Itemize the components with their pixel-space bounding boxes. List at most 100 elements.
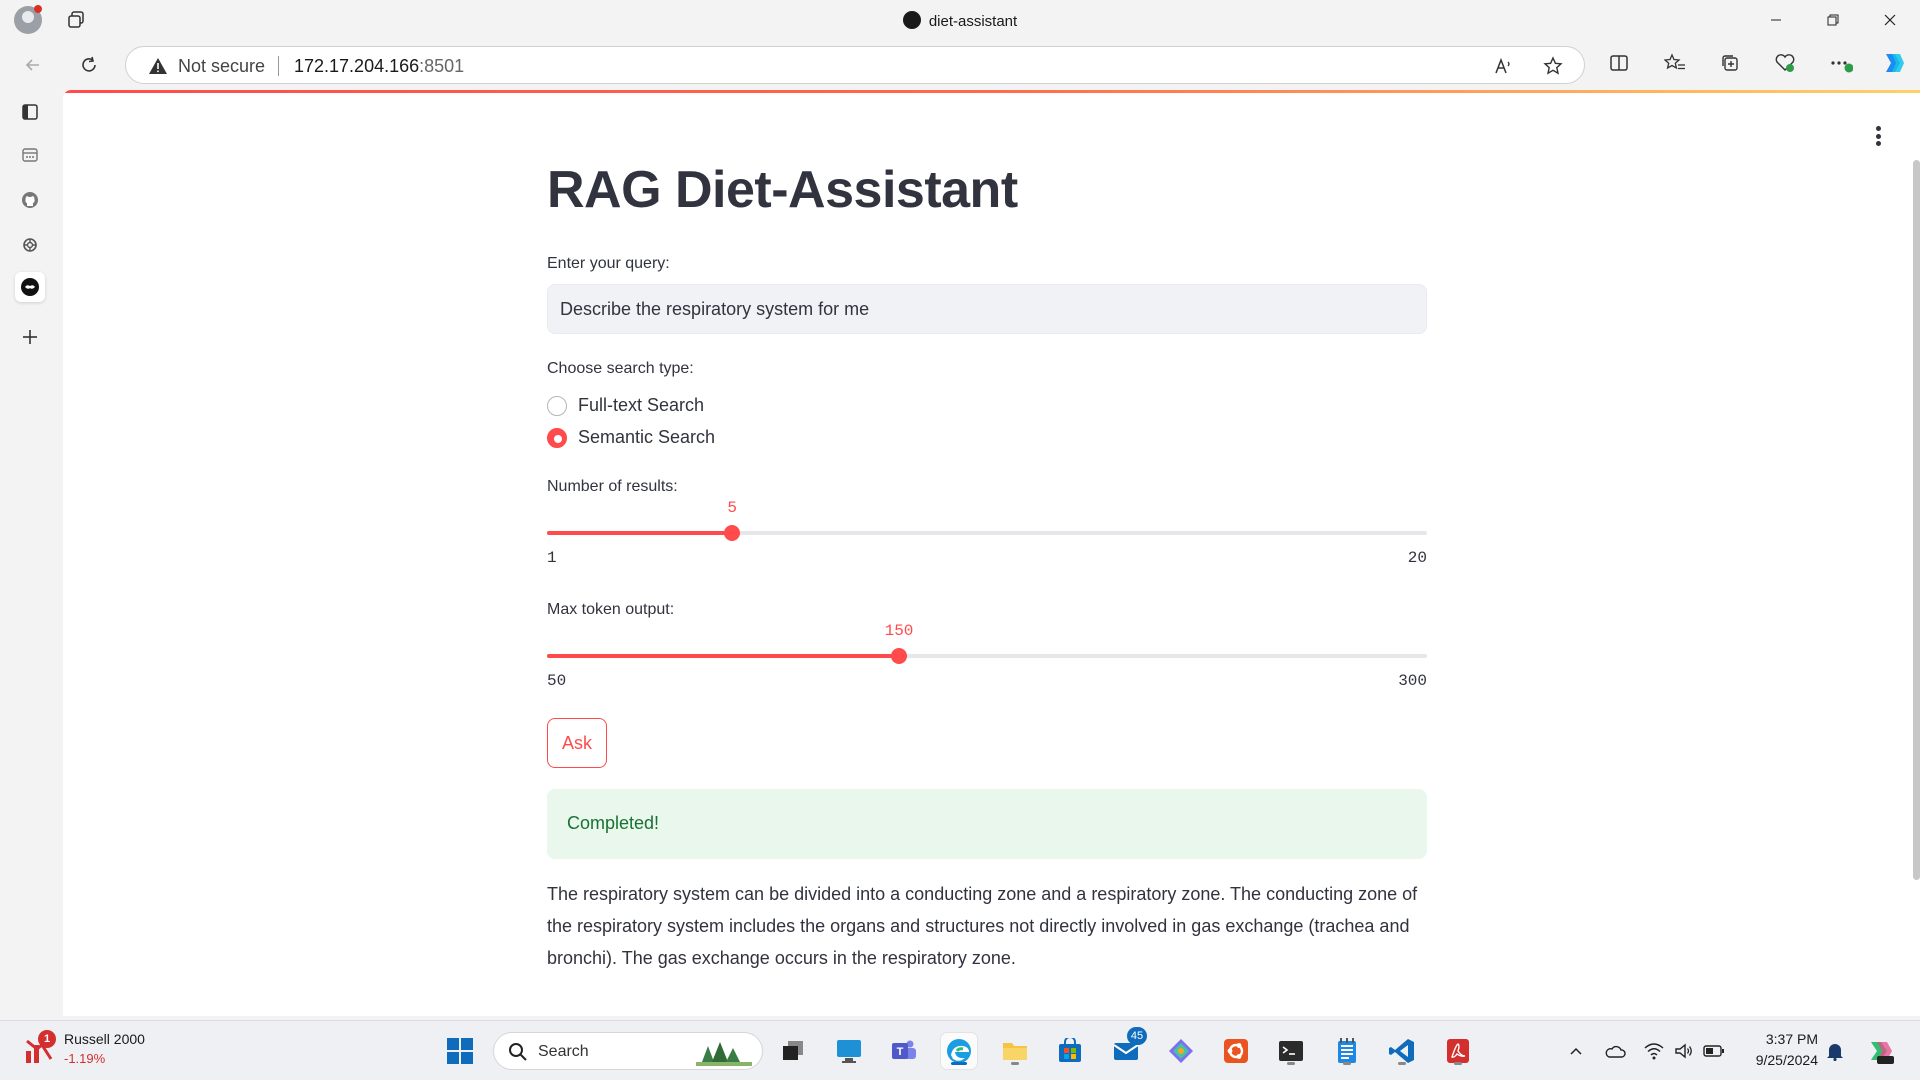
start-windows-icon[interactable]: [442, 1033, 478, 1069]
battery-icon[interactable]: [1703, 1040, 1725, 1062]
split-screen-icon[interactable]: [1606, 50, 1632, 76]
restore-button[interactable]: [1805, 0, 1861, 40]
browser-titlebar: diet-assistant: [0, 0, 1920, 40]
radio-button-selected[interactable]: [547, 427, 567, 448]
radio-label: Semantic Search: [578, 427, 716, 447]
window-title-text: diet-assistant: [928, 13, 1018, 30]
file-explorer-icon[interactable]: [997, 1033, 1033, 1069]
tokens-slider-label: Max token output:: [547, 601, 675, 618]
new-tab-icon[interactable]: [15, 322, 45, 352]
microsoft-store-icon[interactable]: [1052, 1033, 1088, 1069]
running-indicator: [1287, 1062, 1295, 1065]
site-favicon-icon: [902, 11, 921, 29]
favorite-star-icon[interactable]: [1542, 55, 1564, 77]
url-port: :8501: [419, 56, 465, 76]
running-indicator: [1343, 1062, 1351, 1065]
radio-button[interactable]: [547, 395, 567, 416]
slider-thumb[interactable]: [724, 525, 741, 541]
tab-chatgpt-icon[interactable]: [15, 230, 45, 260]
tab-page-icon[interactable]: [15, 140, 45, 170]
edge-browser-icon[interactable]: [941, 1033, 977, 1069]
results-slider-label: Number of results:: [547, 478, 678, 495]
onedrive-icon[interactable]: [1604, 1040, 1626, 1062]
acrobat-icon[interactable]: [1440, 1033, 1476, 1069]
tokens-slider[interactable]: 150 50 300: [547, 622, 1427, 714]
ubuntu-icon[interactable]: [1218, 1033, 1254, 1069]
page-viewport: RAG Diet-Assistant Enter your query: Cho…: [63, 90, 1920, 1016]
app-header-decoration: [63, 90, 1920, 93]
read-aloud-icon[interactable]: [1492, 55, 1514, 77]
radio-semantic-search[interactable]: Semantic Search: [547, 427, 715, 448]
svg-text:T: T: [897, 1046, 904, 1058]
favorites-icon[interactable]: [1662, 50, 1688, 76]
slider-current-value: 5: [727, 499, 738, 517]
security-label: Not secure: [178, 56, 266, 76]
answer-text: The respiratory system can be divided in…: [547, 884, 1418, 968]
chevron-up-icon[interactable]: [1565, 1040, 1587, 1062]
terminal-icon[interactable]: [1273, 1033, 1309, 1069]
copilot-preview-icon[interactable]: [1865, 1036, 1895, 1066]
stock-name[interactable]: Russell 2000: [64, 1031, 145, 1047]
copilot-icon[interactable]: [1880, 50, 1906, 76]
running-indicator: [1398, 1062, 1406, 1065]
radio-full-text-search[interactable]: Full-text Search: [547, 395, 704, 416]
vscode-icon[interactable]: [1384, 1033, 1420, 1069]
notification-bell-icon[interactable]: [1824, 1040, 1846, 1062]
stock-change[interactable]: -1.19%: [64, 1051, 105, 1066]
slider-min-label: 1: [547, 549, 557, 567]
wifi-icon[interactable]: [1643, 1040, 1665, 1062]
url-host: 172.17.204.166: [294, 56, 420, 76]
slider-fill: [547, 654, 899, 658]
notepad-icon[interactable]: [1329, 1033, 1365, 1069]
status-text: Completed!: [567, 813, 660, 833]
ask-button[interactable]: Ask: [547, 718, 608, 768]
task-view-icon[interactable]: [775, 1033, 811, 1069]
address-divider: [278, 56, 279, 76]
teams-icon[interactable]: T: [886, 1033, 922, 1069]
taskbar-search[interactable]: Search: [493, 1032, 763, 1070]
browser-essentials-icon[interactable]: [1772, 50, 1798, 76]
clock-time[interactable]: 3:37 PM: [1766, 1031, 1818, 1047]
collections-icon[interactable]: [1717, 50, 1743, 76]
tab-github-icon[interactable]: [15, 185, 45, 215]
browser-toolbar: Not secure 172.17.204.166:8501: [0, 40, 1920, 90]
results-slider[interactable]: 5 1 20: [547, 499, 1427, 591]
slider-fill: [547, 531, 733, 535]
status-alert: Completed!: [547, 789, 1427, 859]
clock-date[interactable]: 9/25/2024: [1756, 1052, 1818, 1068]
more-options-icon[interactable]: [1828, 50, 1854, 76]
radio-label: Full-text Search: [578, 395, 705, 415]
active-indicator: [951, 1062, 967, 1065]
refresh-icon[interactable]: [74, 50, 104, 80]
volume-icon[interactable]: [1673, 1040, 1695, 1062]
page-scrollbar[interactable]: [1913, 160, 1920, 880]
running-indicator: [1011, 1062, 1019, 1065]
query-label: Enter your query:: [547, 255, 670, 272]
search-highlight-icon: [696, 1038, 752, 1071]
windows-taskbar: 1 Russell 2000 -1.19% Search T 45 3:37 P…: [0, 1020, 1920, 1080]
back-icon[interactable]: [18, 50, 48, 80]
tab-diet-assistant-icon[interactable]: [15, 272, 45, 302]
slider-min-label: 50: [547, 672, 567, 690]
widget-badge: 1: [38, 1030, 56, 1048]
query-input[interactable]: [547, 284, 1427, 334]
slider-current-value: 150: [884, 622, 914, 640]
page-title: RAG Diet-Assistant: [547, 161, 1018, 219]
tab-actions-icon[interactable]: [15, 97, 45, 127]
search-icon: [508, 1042, 528, 1067]
app-menu-icon[interactable]: [1876, 126, 1882, 146]
git-app-icon[interactable]: [1163, 1033, 1199, 1069]
address-bar[interactable]: Not secure 172.17.204.166:8501: [125, 46, 1585, 84]
desktop-app-icon[interactable]: [831, 1033, 867, 1069]
slider-max-label: 20: [1407, 549, 1427, 567]
slider-thumb[interactable]: [891, 648, 907, 664]
slider-max-label: 300: [1398, 672, 1427, 690]
url-text: 172.17.204.166:8501: [294, 56, 464, 77]
minimize-button[interactable]: [1748, 0, 1804, 40]
mail-badge: 45: [1127, 1027, 1147, 1045]
warning-icon[interactable]: [148, 56, 168, 81]
close-button[interactable]: [1862, 0, 1918, 40]
vertical-tab-strip: [0, 90, 62, 1020]
running-indicator: [1454, 1062, 1462, 1065]
search-type-label: Choose search type:: [547, 360, 694, 377]
